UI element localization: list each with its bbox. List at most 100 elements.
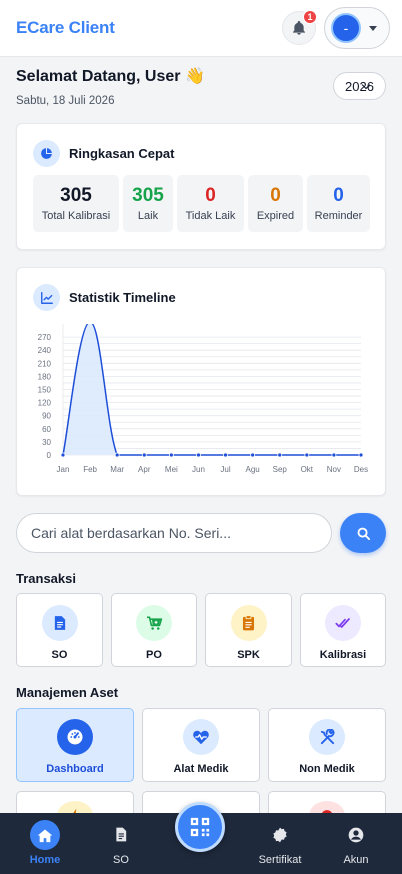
timeline-chart: 0 30 60 90 120 150 180 210 240 270 Jan Feb Mar Apr Mei… <box>38 324 368 474</box>
x-tick-label: Agu <box>246 465 260 474</box>
data-point <box>60 452 66 458</box>
search-icon <box>357 527 370 540</box>
y-tick-label: 30 <box>42 438 51 447</box>
menu-non-medik-label: Non Medik <box>299 763 355 775</box>
notification-badge: 1 <box>303 10 317 24</box>
nav-sertifikat[interactable]: Sertifikat <box>250 813 310 874</box>
summary-title: Ringkasan Cepat <box>69 146 175 161</box>
aset-heading: Manajemen Aset <box>16 685 119 700</box>
search-input[interactable] <box>17 514 331 552</box>
menu-po-label: PO <box>146 649 162 661</box>
x-tick-label: Sep <box>273 465 288 474</box>
stat-value: 0 <box>270 185 281 206</box>
clipboard-icon <box>230 605 267 641</box>
document-icon <box>116 827 127 842</box>
menu-non-medik[interactable]: Non Medik <box>268 708 386 782</box>
welcome-greeting: Selamat Datang, User 👋 <box>16 68 205 85</box>
qr-scan-button[interactable] <box>175 802 225 852</box>
stat-tidak-laik: 0 Tidak Laik <box>177 175 244 232</box>
year-select[interactable]: 2026 <box>333 72 386 100</box>
data-point <box>223 452 228 458</box>
document-icon <box>41 605 78 641</box>
stat-label: Total Kalibrasi <box>41 210 111 222</box>
stat-value: 305 <box>60 185 92 206</box>
summary-card: Ringkasan Cepat 305 Total Kalibrasi 305 … <box>16 123 386 250</box>
stat-total: 305 Total Kalibrasi <box>33 175 119 232</box>
serial-search-field <box>16 513 332 553</box>
summary-stats: 305 Total Kalibrasi 305 Laik 0 Tidak Lai… <box>33 175 370 232</box>
data-point <box>196 452 201 458</box>
y-tick-label: 240 <box>38 346 52 355</box>
menu-dashboard[interactable]: Dashboard <box>16 708 134 782</box>
timeline-card: Statistik Timeline 0 30 60 90 120 150 180 210 24… <box>16 267 386 496</box>
gauge-icon <box>57 719 93 755</box>
y-tick-label: 90 <box>42 412 51 421</box>
y-tick-label: 180 <box>38 372 52 381</box>
cart-icon <box>136 605 172 641</box>
y-tick-label: 150 <box>38 386 52 395</box>
nav-home[interactable]: Home <box>15 813 75 874</box>
user-menu-button[interactable]: - <box>324 7 390 49</box>
stat-label: Laik <box>137 210 159 222</box>
notification-button[interactable]: 1 <box>282 10 317 45</box>
menu-alat-medik[interactable]: Alat Medik <box>142 708 260 782</box>
user-circle-icon <box>348 827 364 843</box>
summary-card-header: Ringkasan Cepat <box>33 140 174 167</box>
stat-label: Tidak Laik <box>185 210 236 222</box>
header-actions: 1 - <box>282 7 390 49</box>
tools-icon <box>309 719 345 755</box>
menu-so[interactable]: SO <box>16 593 103 667</box>
data-point <box>277 452 283 458</box>
stat-value: 0 <box>333 185 344 206</box>
y-tick-label: 120 <box>38 399 52 408</box>
y-tick-label: 0 <box>47 451 52 460</box>
nav-akun[interactable]: Akun <box>326 813 386 874</box>
x-tick-label: Jun <box>192 465 205 474</box>
nav-sertifikat-label: Sertifikat <box>258 854 302 866</box>
data-point <box>304 452 310 458</box>
x-tick-label: Jan <box>57 465 70 474</box>
search-button[interactable] <box>340 513 386 553</box>
nav-akun-label: Akun <box>343 854 369 866</box>
heart-pulse-icon <box>183 719 219 755</box>
x-tick-label: Mar <box>110 465 124 474</box>
x-tick-label: Okt <box>301 465 314 474</box>
x-tick-label: Jul <box>220 465 230 474</box>
app-brand[interactable]: ECare Client <box>16 18 115 38</box>
qr-code-icon <box>190 817 210 837</box>
x-tick-label: Apr <box>138 465 151 474</box>
menu-spk[interactable]: SPK <box>205 593 292 667</box>
menu-so-label: SO <box>51 649 68 661</box>
menu-spk-label: SPK <box>237 649 260 661</box>
double-check-icon <box>325 605 361 641</box>
nav-so[interactable]: SO <box>91 813 151 874</box>
data-point <box>141 452 147 458</box>
avatar: - <box>331 13 361 43</box>
stat-value: 305 <box>132 185 164 206</box>
y-tick-label: 60 <box>42 425 51 434</box>
menu-dashboard-label: Dashboard <box>46 763 104 775</box>
stat-label: Expired <box>256 210 295 222</box>
menu-po[interactable]: PO <box>111 593 197 667</box>
data-point <box>250 452 256 458</box>
timeline-card-header: Statistik Timeline <box>33 284 176 311</box>
menu-alat-medik-label: Alat Medik <box>173 763 229 775</box>
home-icon <box>30 820 60 850</box>
x-tick-label: Mei <box>165 465 178 474</box>
timeline-title: Statistik Timeline <box>69 290 176 305</box>
stat-laik: 305 Laik <box>123 175 173 232</box>
y-tick-label: 210 <box>38 359 52 368</box>
menu-kalibrasi[interactable]: Kalibrasi <box>300 593 386 667</box>
line-chart-icon <box>33 284 60 311</box>
x-tick-label: Nov <box>327 465 341 474</box>
nav-so-label: SO <box>113 854 129 866</box>
y-tick-label: 270 <box>38 333 52 342</box>
certificate-icon <box>273 827 287 843</box>
stat-value: 0 <box>205 185 216 206</box>
data-point <box>114 452 120 458</box>
data-point <box>331 452 337 458</box>
chevron-down-icon <box>369 25 377 31</box>
x-tick-label: Des <box>354 465 368 474</box>
welcome-section: Selamat Datang, User 👋 Sabtu, 18 Juli 20… <box>16 66 205 107</box>
current-date: Sabtu, 18 Juli 2026 <box>16 95 115 107</box>
